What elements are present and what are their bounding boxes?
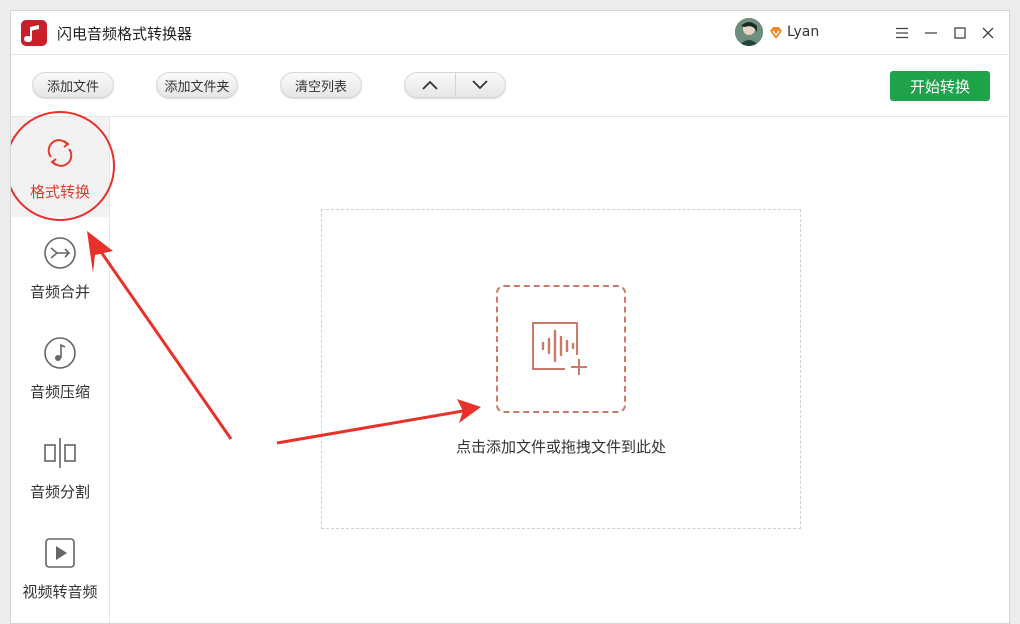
app-logo-icon — [21, 20, 47, 46]
sidebar: 格式转换 音频合并 音频压缩 音频分割 视频转音频 — [11, 111, 115, 623]
add-file-button[interactable]: 添加文件 — [32, 72, 114, 98]
refresh-icon — [47, 139, 73, 167]
maximize-icon[interactable] — [948, 21, 972, 45]
menu-icon[interactable] — [890, 21, 914, 45]
minimize-icon[interactable] — [919, 21, 943, 45]
vip-diamond-icon — [769, 25, 783, 39]
music-note-icon — [44, 337, 76, 369]
reorder-button-group — [404, 72, 506, 98]
app-title: 闪电音频格式转换器 — [57, 25, 193, 43]
drop-hint-text: 点击添加文件或拖拽文件到此处 — [455, 438, 666, 456]
sidebar-item-audio-merge[interactable]: 音频合并 — [11, 217, 109, 317]
title-bar: 闪电音频格式转换器 Lyan — [11, 11, 1009, 55]
chevron-up-icon[interactable] — [405, 73, 455, 97]
avatar[interactable] — [735, 18, 763, 46]
start-convert-button[interactable]: 开始转换 — [890, 71, 990, 101]
app-window: 闪电音频格式转换器 Lyan 添加文件 添加文件夹 清空列表 开始转换 格式转换… — [10, 10, 1010, 624]
split-icon — [44, 438, 76, 468]
sidebar-item-format-convert[interactable]: 格式转换 — [11, 117, 109, 217]
sidebar-item-audio-compress[interactable]: 音频压缩 — [11, 317, 109, 417]
play-icon — [45, 538, 75, 568]
file-drop-zone[interactable]: 点击添加文件或拖拽文件到此处 — [321, 209, 801, 529]
clear-list-button[interactable]: 清空列表 — [280, 72, 362, 98]
sidebar-item-audio-split[interactable]: 音频分割 — [11, 417, 109, 517]
sidebar-item-label: 音频分割 — [29, 483, 90, 501]
audio-add-icon — [532, 322, 587, 375]
sidebar-item-label: 格式转换 — [29, 183, 90, 201]
merge-icon — [44, 237, 76, 269]
sidebar-item-label: 视频转音频 — [22, 583, 98, 601]
username[interactable]: Lyan — [787, 24, 819, 40]
chevron-down-icon[interactable] — [454, 73, 506, 97]
sidebar-item-label: 音频压缩 — [29, 383, 90, 401]
close-icon[interactable] — [976, 21, 1000, 45]
add-folder-button[interactable]: 添加文件夹 — [156, 72, 238, 98]
sidebar-item-video-to-audio[interactable]: 视频转音频 — [11, 517, 109, 617]
toolbar: 添加文件 添加文件夹 清空列表 开始转换 — [11, 55, 1009, 117]
sidebar-item-label: 音频合并 — [29, 283, 90, 301]
add-audio-box[interactable] — [496, 285, 626, 413]
